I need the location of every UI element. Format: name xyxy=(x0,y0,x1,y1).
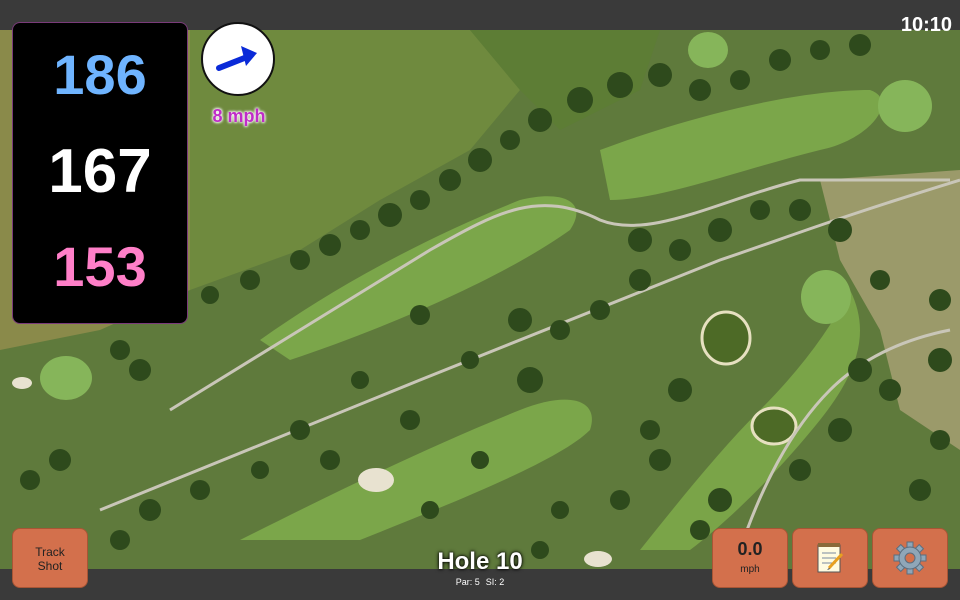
hole-par: Par: 5 xyxy=(455,577,480,587)
settings-button[interactable] xyxy=(872,528,948,588)
speed-unit: mph xyxy=(740,564,760,575)
gear-icon xyxy=(893,541,927,575)
bunker-3 xyxy=(12,377,32,389)
track-shot-label-1: Track xyxy=(35,545,65,559)
speed-value: 0.0 xyxy=(737,539,763,559)
clock: 10:10 xyxy=(900,14,952,36)
hole-info: Par: 5 SI: 2 xyxy=(380,577,580,587)
green-4 xyxy=(688,32,728,68)
pond-1 xyxy=(700,310,752,366)
track-shot-label-2: Shot xyxy=(37,559,63,573)
green-1 xyxy=(878,80,932,132)
notes-button[interactable] xyxy=(792,528,868,588)
green-3 xyxy=(40,356,92,400)
center-distance: 167 xyxy=(48,137,152,206)
notepad-icon xyxy=(817,543,844,573)
speed-button[interactable]: 0.0 mph xyxy=(712,528,788,588)
hole-si: SI: 2 xyxy=(485,577,505,587)
back-distance: 186 xyxy=(53,43,147,106)
distance-panel: 186 167 153 xyxy=(12,22,188,324)
wind-direction-dial xyxy=(201,22,275,96)
pond-2 xyxy=(750,406,798,446)
bunker-1 xyxy=(358,468,394,492)
track-shot-button[interactable]: Track Shot xyxy=(12,528,88,588)
green-2 xyxy=(801,270,851,324)
wind-speed-label: 8 mph xyxy=(212,106,266,126)
wind-arrow-icon xyxy=(216,46,257,71)
bunker-2 xyxy=(584,551,612,567)
hole-title: Hole 10 xyxy=(437,548,523,575)
front-distance: 153 xyxy=(53,235,147,298)
